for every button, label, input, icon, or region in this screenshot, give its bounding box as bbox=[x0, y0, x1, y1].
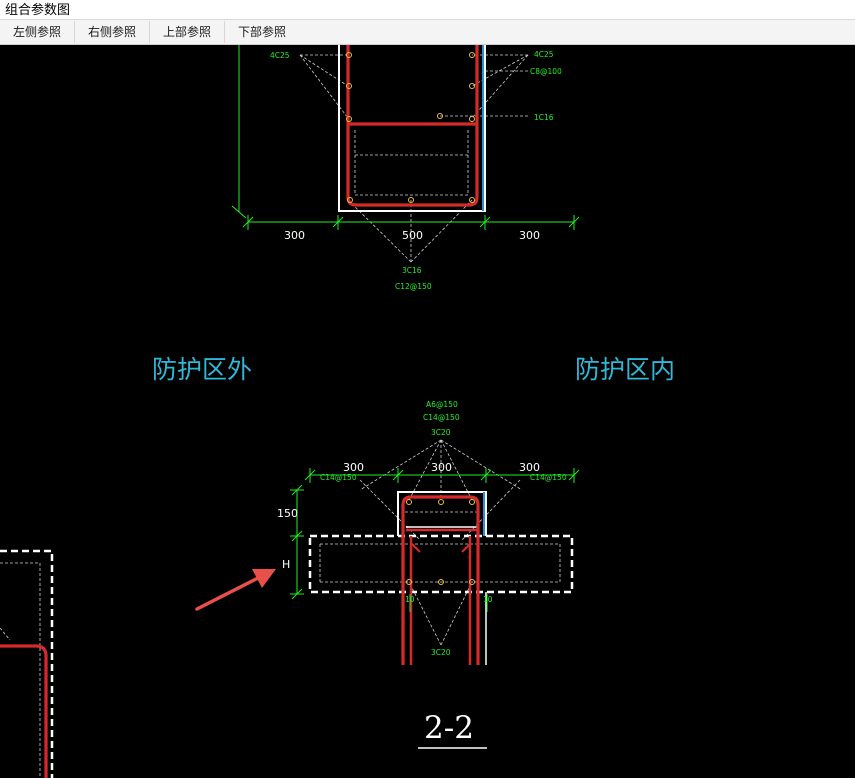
top-stirrup-label: C8@100 bbox=[530, 67, 562, 76]
bottom-stirrup-c: C14@150 bbox=[423, 413, 460, 422]
top-section: 4C25 4C25 C8@100 1C16 300 500 300 3C16 C… bbox=[231, 45, 580, 291]
right-reference-button[interactable]: 右侧参照 bbox=[75, 21, 151, 43]
bottom-small-right: 10 bbox=[483, 595, 493, 604]
bottom-dim-150: 150 bbox=[277, 507, 298, 520]
bottom-top-bars: 3C20 bbox=[431, 428, 451, 437]
top-dim-mid: 500 bbox=[402, 229, 423, 242]
bottom-bottom-bars: 3C20 bbox=[431, 648, 451, 657]
bottom-small-left: 10 bbox=[405, 595, 415, 604]
top-dim-right: 300 bbox=[519, 229, 540, 242]
left-partial-section bbox=[0, 549, 54, 778]
zone-inside-label: 防护区内 bbox=[575, 355, 675, 384]
bottom-stirrup-a: A6@150 bbox=[426, 400, 458, 409]
left-reference-button[interactable]: 左侧参照 bbox=[0, 21, 76, 43]
bottom-slab-left: C14@150 bbox=[320, 473, 357, 482]
bottom-dim-h: H bbox=[282, 558, 290, 571]
top-bar-1c16: 1C16 bbox=[534, 113, 554, 122]
section-title: 2-2 bbox=[424, 710, 474, 746]
drawing-canvas[interactable]: 4C25 4C25 C8@100 1C16 300 500 300 3C16 C… bbox=[0, 45, 855, 778]
top-bottom-bars: 3C16 bbox=[402, 266, 422, 275]
top-bottom-stirrup: C12@150 bbox=[395, 282, 432, 291]
annotation-arrow-icon bbox=[195, 569, 276, 611]
window-title: 组合参数图 bbox=[5, 2, 71, 17]
top-reference-button[interactable]: 上部参照 bbox=[150, 21, 226, 43]
toolbar: 左侧参照 右侧参照 上部参照 下部参照 bbox=[0, 20, 855, 45]
bottom-dim-mid: 300 bbox=[431, 461, 452, 474]
bottom-section: A6@150 C14@150 3C20 300 300 300 C14@150 … bbox=[277, 400, 580, 749]
top-label-left: 4C25 bbox=[270, 51, 290, 60]
bottom-reference-button[interactable]: 下部参照 bbox=[225, 21, 299, 43]
top-dim-left: 300 bbox=[284, 229, 305, 242]
bottom-slab-right: C14@150 bbox=[530, 473, 567, 482]
window-titlebar: 组合参数图 bbox=[0, 0, 855, 20]
top-label-right: 4C25 bbox=[534, 50, 554, 59]
zone-outside-label: 防护区外 bbox=[152, 355, 252, 384]
